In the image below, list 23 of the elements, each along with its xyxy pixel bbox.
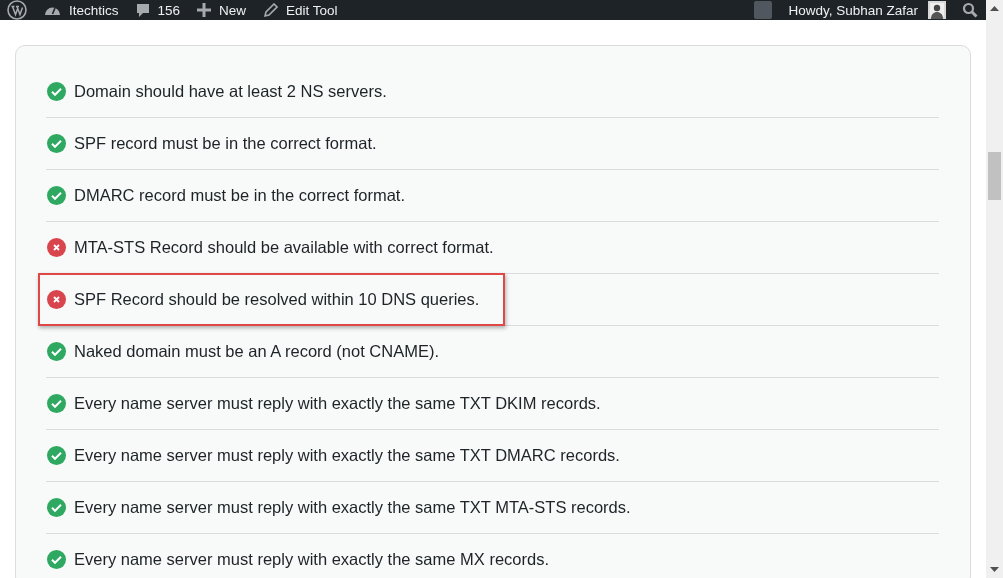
pencil-icon[interactable] [263,2,279,18]
site-name-link[interactable]: Itechtics [69,2,119,18]
scroll-up-icon[interactable] [990,6,999,11]
check-text: MTA-STS Record should be available with correct format. [74,238,494,257]
check-text: DMARC record must be in the correct format. [74,186,405,205]
check-text: Every name server must reply with exactly the same TXT DKIM records. [74,394,601,413]
check-text: Every name server must reply with exactly the same MX records. [74,550,549,569]
greeting-link[interactable]: Howdy, Subhan Zafar [788,2,918,18]
plus-icon[interactable] [197,3,212,17]
search-icon[interactable] [962,2,978,18]
comment-icon[interactable] [135,2,150,18]
check-text: Every name server must reply with exactly the same TXT MTA-STS records. [74,498,631,517]
check-text: Every name server must reply with exactly the same TXT DMARC records. [74,446,620,465]
check-text: SPF Record should be resolved within 10 DNS queries. [74,290,480,309]
check-text: SPF record must be in the correct format. [74,134,377,153]
wordpress-logo-icon[interactable] [7,0,27,20]
new-link[interactable]: New [219,2,247,18]
comments-count[interactable]: 156 [157,2,181,18]
check-text: Domain should have at least 2 NS servers. [74,82,387,101]
scrollbar-thumb[interactable] [988,152,1001,200]
check-text: Naked domain must be an A record (not CNAME). [74,342,439,361]
edit-link[interactable]: Edit Tool [286,2,338,18]
scroll-down-icon[interactable] [990,567,999,572]
